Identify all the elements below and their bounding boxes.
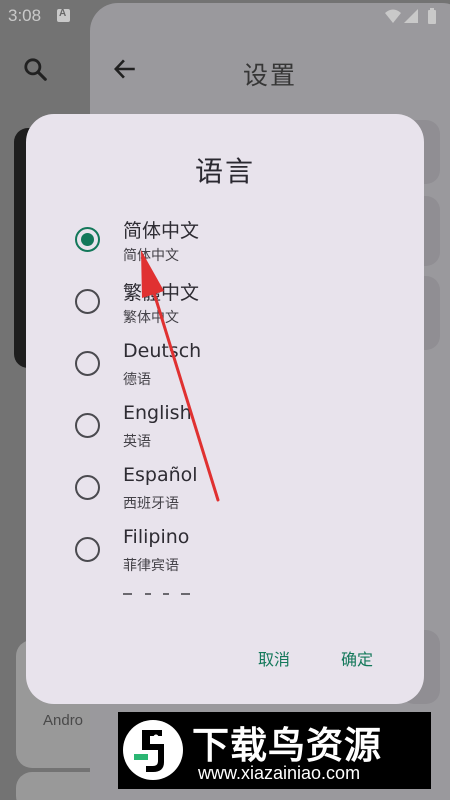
watermark-banner: 下载鸟资源 www.xiazainiao.com bbox=[118, 712, 431, 789]
language-subtitle: 菲律宾语 bbox=[123, 558, 179, 574]
radio-button[interactable] bbox=[75, 351, 100, 376]
language-subtitle: 西班牙语 bbox=[123, 496, 179, 512]
bird-logo-icon bbox=[123, 720, 183, 780]
radio-button[interactable] bbox=[75, 289, 100, 314]
language-option[interactable]: Español 西班牙语 bbox=[26, 458, 424, 520]
language-option-list[interactable]: 简体中文 简体中文 繁體中文 繁体中文 Deutsch 德语 English 英… bbox=[26, 210, 424, 596]
language-subtitle: 简体中文 bbox=[123, 248, 179, 264]
radio-button-selected[interactable] bbox=[75, 227, 100, 252]
language-name: Filipino bbox=[123, 526, 190, 548]
watermark-title: 下载鸟资源 bbox=[192, 724, 382, 767]
radio-button[interactable] bbox=[75, 413, 100, 438]
language-name: Deutsch bbox=[123, 340, 202, 362]
language-option[interactable]: English 英语 bbox=[26, 396, 424, 458]
language-name: 繁體中文 bbox=[123, 282, 200, 304]
language-subtitle: 繁体中文 bbox=[123, 310, 179, 326]
language-option[interactable]: Filipino 菲律宾语 bbox=[26, 520, 424, 582]
language-option[interactable]: Deutsch 德语 bbox=[26, 334, 424, 396]
language-option[interactable]: 简体中文 简体中文 bbox=[26, 210, 424, 272]
radio-button[interactable] bbox=[75, 475, 100, 500]
clipped-next-option bbox=[123, 593, 193, 596]
language-name: English bbox=[123, 402, 192, 424]
dialog-title: 语言 bbox=[194, 155, 255, 188]
language-subtitle: 德语 bbox=[123, 372, 151, 388]
language-name: Español bbox=[123, 464, 198, 486]
watermark-url: www.xiazainiao.com bbox=[198, 763, 361, 783]
cancel-button[interactable]: 取消 bbox=[258, 646, 290, 670]
language-name: 简体中文 bbox=[123, 220, 200, 242]
language-option[interactable]: 繁體中文 繁体中文 bbox=[26, 272, 424, 334]
radio-button[interactable] bbox=[75, 537, 100, 562]
confirm-button[interactable]: 确定 bbox=[341, 646, 373, 670]
language-subtitle: 英语 bbox=[123, 434, 151, 450]
language-dialog: 语言 简体中文 简体中文 繁體中文 繁体中文 Deutsch 德语 Englis… bbox=[26, 114, 424, 704]
